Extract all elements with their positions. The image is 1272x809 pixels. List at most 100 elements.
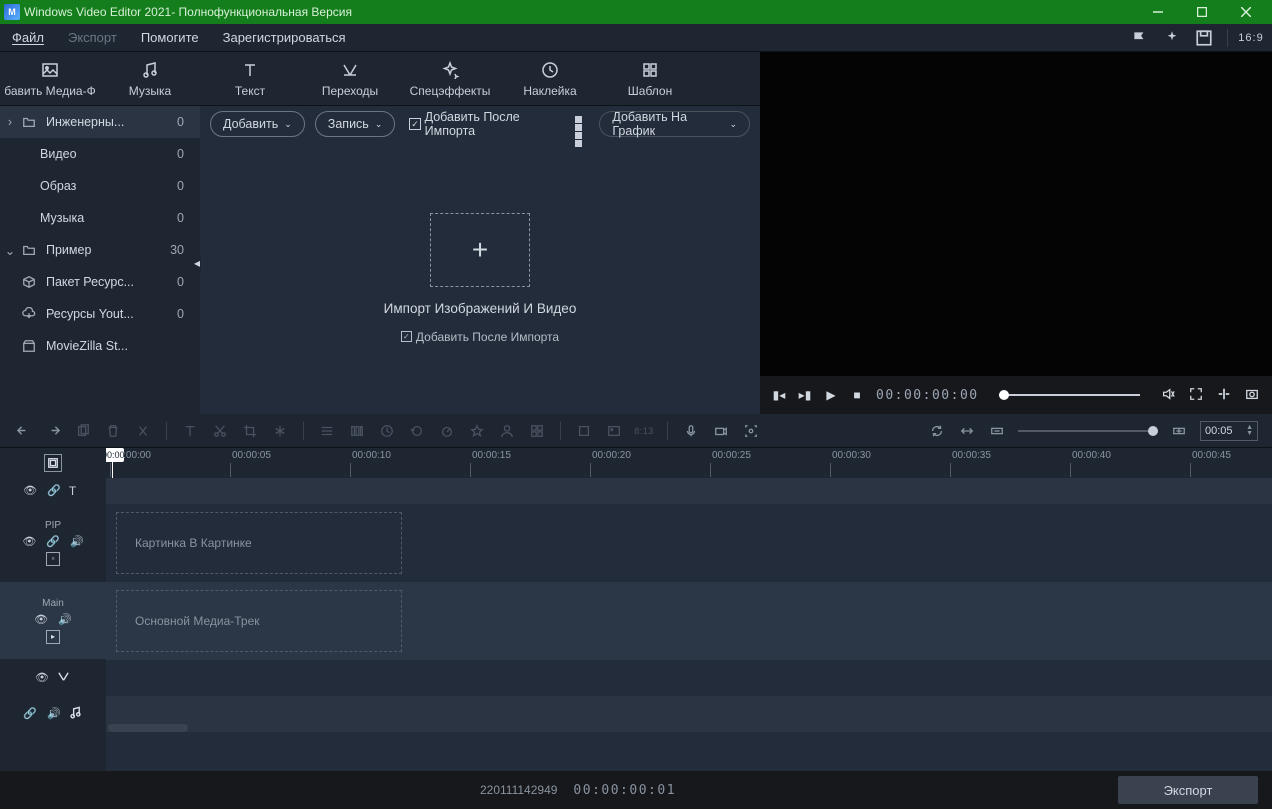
sidebar-collapse-handle[interactable]: ◂ [193,254,201,272]
add-to-graph-button[interactable]: Добавить На График⌄ [599,111,750,137]
sidebar-item-image[interactable]: Образ 0 [0,170,200,202]
camera-button[interactable] [712,422,730,440]
undo-button[interactable] [14,422,32,440]
mosaic-button[interactable] [528,422,546,440]
picture-button[interactable] [605,422,623,440]
eye-icon[interactable]: 👁 [23,484,37,497]
sidebar-item-store[interactable]: MovieZilla St... [0,330,200,362]
sidebar-item-video[interactable]: Видео 0 [0,138,200,170]
tab-media[interactable]: бавить Медиа-Ф [0,52,100,106]
drop-sub-checkbox[interactable]: ✓ Добавить После Импорта [401,330,559,344]
eye-icon[interactable]: 👁 [34,613,48,626]
timeline-ruler[interactable]: 00:00:00 00:00:05 00:00:10 00:00:15 00:0… [106,448,1272,478]
layers-icon[interactable] [44,454,62,472]
export-button[interactable]: Экспорт [1118,776,1258,804]
link-icon[interactable]: 🔗 [47,484,61,497]
add-after-import-checkbox[interactable]: ✓ Добавить После Импорта [409,110,562,138]
zoom-slider[interactable] [1018,430,1158,432]
screen-record-button[interactable] [742,422,760,440]
tab-text[interactable]: Текст [200,52,300,106]
split-button[interactable] [134,422,152,440]
tab-transitions[interactable]: Переходы [300,52,400,106]
track-head-pip[interactable]: PIP 👁🔗🔊 ▫ [0,504,106,582]
user-button[interactable] [498,422,516,440]
menu-register[interactable]: Зарегистрироваться [223,30,346,45]
link-icon[interactable]: 🔗 [46,535,60,548]
add-button[interactable]: Добавить⌄ [210,111,305,137]
save-icon[interactable] [1195,29,1213,47]
track-head-transition[interactable]: 👁 [0,660,106,696]
redo-button[interactable] [44,422,62,440]
track-head-audio[interactable]: 🔗🔊 [0,696,106,732]
tab-music[interactable]: Музыка [100,52,200,106]
mic-button[interactable] [682,422,700,440]
minimize-button[interactable] [1136,0,1180,24]
expand-icon[interactable]: › [4,115,16,129]
timeline-scroll-thumb[interactable] [108,724,188,732]
crop-icon[interactable] [1216,387,1232,404]
text-tool-button[interactable] [181,422,199,440]
crop-tool-button[interactable] [241,422,259,440]
expand-icon[interactable]: ⌄ [4,243,16,258]
zoom-in-button[interactable] [1170,422,1188,440]
menu-export[interactable]: Экспорт [68,30,117,45]
columns-button[interactable] [348,422,366,440]
speed-button[interactable] [438,422,456,440]
sidebar-item-music[interactable]: Музыка 0 [0,202,200,234]
lane-transition[interactable] [106,660,1272,696]
crop-area-button[interactable] [575,422,593,440]
refresh-button[interactable] [928,422,946,440]
cut-button[interactable] [211,422,229,440]
track-head-text[interactable]: 👁🔗 T [0,478,106,504]
sidebar-item-sample[interactable]: ⌄ Пример 30 [0,234,200,266]
maximize-button[interactable] [1180,0,1224,24]
track-head-main[interactable]: Main 👁🔊 ▸ [0,582,106,660]
align-button[interactable] [318,422,336,440]
tab-sticker[interactable]: Наклейка [500,52,600,106]
duration-button[interactable] [378,422,396,440]
menu-help[interactable]: Помогите [141,30,199,45]
lane-audio[interactable] [106,696,1272,732]
delete-button[interactable] [104,422,122,440]
prev-frame-button[interactable]: ▮◂ [772,388,786,402]
next-frame-button[interactable]: ▸▮ [798,388,812,402]
sparkle-icon[interactable] [1163,29,1181,47]
menu-file[interactable]: Файл [12,30,44,45]
favorite-button[interactable] [468,422,486,440]
preview-slider[interactable] [999,394,1140,396]
speaker-icon[interactable]: 🔊 [70,535,84,548]
zoom-out-button[interactable] [988,422,1006,440]
lane-main[interactable]: Основной Медиа-Трек [106,582,1272,660]
tab-template[interactable]: Шаблон [600,52,700,106]
reverse-button[interactable] [408,422,426,440]
fullscreen-icon[interactable] [1188,387,1204,404]
tab-effects[interactable]: Спецэффекты [400,52,500,106]
link-icon[interactable]: 🔗 [23,707,37,720]
slider-thumb[interactable] [999,390,1009,400]
lane-pip[interactable]: Картинка В Картинке [106,504,1272,582]
record-button[interactable]: Запись⌄ [315,111,396,137]
close-button[interactable] [1224,0,1268,24]
flag-icon[interactable] [1131,29,1149,47]
zoom-thumb[interactable] [1148,426,1158,436]
sidebar-item-youtube[interactable]: Ресурсы Yout... 0 [0,298,200,330]
track-lanes[interactable]: Картинка В Картинке Основной Медиа-Трек [106,478,1272,809]
lane-text[interactable] [106,478,1272,504]
mute-icon[interactable] [1160,387,1176,404]
timeline-playhead[interactable]: 00:00 [112,448,113,478]
speaker-icon[interactable]: 🔊 [47,707,61,720]
sidebar-item-resources[interactable]: Пакет Ресурс... 0 [0,266,200,298]
stop-button[interactable]: ■ [850,388,864,402]
grid-view-button[interactable] [575,116,590,132]
sidebar-item-engineering[interactable]: › Инженерны... 0 [0,106,200,138]
zoom-time-input[interactable]: 00:05 ▲▼ [1200,421,1258,441]
ratio-button[interactable]: 8:13 [635,422,653,440]
fit-width-button[interactable] [958,422,976,440]
eye-icon[interactable]: 👁 [22,535,36,548]
snapshot-icon[interactable] [1244,387,1260,404]
play-button[interactable]: ▶ [824,388,838,402]
import-drop-zone[interactable]: + Импорт Изображений И Видео ✓ Добавить … [200,142,760,414]
aspect-ratio-button[interactable]: 16:9 [1242,29,1260,47]
stepper-icon[interactable]: ▲▼ [1246,425,1253,437]
freeze-button[interactable] [271,422,289,440]
